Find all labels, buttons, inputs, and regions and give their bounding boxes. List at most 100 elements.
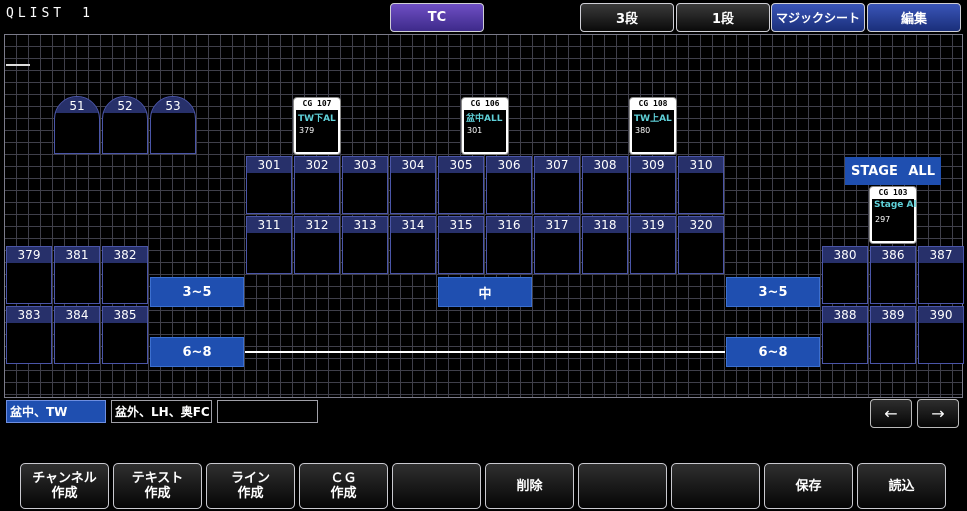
channel-label: 53 [151,97,195,113]
channel-label: 380 [823,247,867,263]
channel-cell-380[interactable]: 380 [822,246,868,304]
channel-cell-315[interactable]: 315 [438,216,484,274]
create-channel-button[interactable]: チャンネル 作成 [20,463,109,509]
channel-label: 318 [583,217,627,233]
cg-card-107[interactable]: CG 107 TW下AL 379 [293,97,341,155]
channel-cell-384[interactable]: 384 [54,306,100,364]
create-text-button[interactable]: テキスト 作成 [113,463,202,509]
blank-function-button-7[interactable] [578,463,667,509]
channel-label: 389 [871,307,915,323]
edit-button[interactable]: 編集 [867,3,961,32]
channel-label: 387 [919,247,963,263]
channel-cell-379[interactable]: 379 [6,246,52,304]
stage-all-right-text: ALL [908,163,935,179]
channel-cell-310[interactable]: 310 [678,156,724,214]
channel-cell-301[interactable]: 301 [246,156,292,214]
channel-cell-319[interactable]: 319 [630,216,676,274]
arrow-left-button[interactable]: ← [870,399,912,428]
channel-cell-316[interactable]: 316 [486,216,532,274]
channel-cell-51[interactable]: 51 [54,96,100,154]
channel-cell-320[interactable]: 320 [678,216,724,274]
channel-label: 307 [535,157,579,173]
channel-cell-381[interactable]: 381 [54,246,100,304]
cg-card-number: 379 [299,126,315,135]
cg-card-name: TW上AL [634,114,672,124]
cg-card-108[interactable]: CG 108 TW上AL 380 [629,97,677,155]
channel-label: 306 [487,157,531,173]
channel-cell-386[interactable]: 386 [870,246,916,304]
channel-label: 320 [679,217,723,233]
channel-cell-317[interactable]: 317 [534,216,580,274]
group-bar-center[interactable]: 中 [438,277,532,307]
channel-cell-312[interactable]: 312 [294,216,340,274]
sheet-tab-2[interactable]: 盆外、LH、奥FC [111,400,212,423]
channel-cell-307[interactable]: 307 [534,156,580,214]
channel-cell-302[interactable]: 302 [294,156,340,214]
channel-cell-305[interactable]: 305 [438,156,484,214]
arrow-left-icon: ← [884,404,898,423]
magic-sheet-button[interactable]: マジックシート [771,3,865,32]
channel-label: 52 [103,97,147,113]
cg-card-103[interactable]: CG 103 Stage Al 297 [869,186,917,244]
channel-label: 311 [247,217,291,233]
cg-card-id: CG 107 [302,99,332,108]
channel-cell-314[interactable]: 314 [390,216,436,274]
channel-cell-318[interactable]: 318 [582,216,628,274]
channel-label: 319 [631,217,675,233]
channel-label: 316 [487,217,531,233]
channel-cell-311[interactable]: 311 [246,216,292,274]
channel-cell-313[interactable]: 313 [342,216,388,274]
channel-cell-309[interactable]: 309 [630,156,676,214]
qlist-title: QLIST 1 [6,6,94,21]
tc-button[interactable]: TC [390,3,484,32]
three-tier-button[interactable]: 3段 [580,3,674,32]
sheet-tab-1[interactable]: 盆中、TW [6,400,106,423]
save-button[interactable]: 保存 [764,463,853,509]
arrow-right-icon: → [931,404,945,423]
cursor-marker [6,64,30,66]
channel-cell-382[interactable]: 382 [102,246,148,304]
sheet-tab-3[interactable] [217,400,318,423]
channel-label: 386 [871,247,915,263]
arrow-right-button[interactable]: → [917,399,959,428]
channel-cell-306[interactable]: 306 [486,156,532,214]
one-tier-button[interactable]: 1段 [676,3,770,32]
group-bar-left-lower[interactable]: 6~8 [150,337,244,367]
create-line-button[interactable]: ライン 作成 [206,463,295,509]
channel-cell-387[interactable]: 387 [918,246,964,304]
channel-label: 310 [679,157,723,173]
blank-function-button-5[interactable] [392,463,481,509]
channel-label: 382 [103,247,147,263]
channel-label: 379 [7,247,51,263]
channel-label: 303 [343,157,387,173]
cg-card-id: CG 103 [878,188,908,197]
channel-label: 317 [535,217,579,233]
blank-function-button-8[interactable] [671,463,760,509]
group-bar-right-lower[interactable]: 6~8 [726,337,820,367]
channel-label: 308 [583,157,627,173]
channel-cell-308[interactable]: 308 [582,156,628,214]
channel-label: 302 [295,157,339,173]
channel-label: 313 [343,217,387,233]
channel-cell-53[interactable]: 53 [150,96,196,154]
group-bar-right-upper[interactable]: 3~5 [726,277,820,307]
stage-all-left-text: STAGE [851,163,898,179]
cg-card-name: Stage Al [874,200,917,210]
cg-card-106[interactable]: CG 106 盆中ALL 301 [461,97,509,155]
channel-cell-389[interactable]: 389 [870,306,916,364]
stage-all-button[interactable]: STAGE ALL [845,157,941,185]
cg-card-number: 380 [635,126,651,135]
channel-cell-388[interactable]: 388 [822,306,868,364]
channel-cell-52[interactable]: 52 [102,96,148,154]
delete-button[interactable]: 削除 [485,463,574,509]
cg-card-name: TW下AL [298,114,336,124]
channel-cell-303[interactable]: 303 [342,156,388,214]
group-bar-left-upper[interactable]: 3~5 [150,277,244,307]
create-cg-button[interactable]: ＣＧ 作成 [299,463,388,509]
channel-cell-385[interactable]: 385 [102,306,148,364]
channel-cell-304[interactable]: 304 [390,156,436,214]
connector-line [245,351,725,353]
load-button[interactable]: 読込 [857,463,946,509]
channel-cell-390[interactable]: 390 [918,306,964,364]
channel-cell-383[interactable]: 383 [6,306,52,364]
